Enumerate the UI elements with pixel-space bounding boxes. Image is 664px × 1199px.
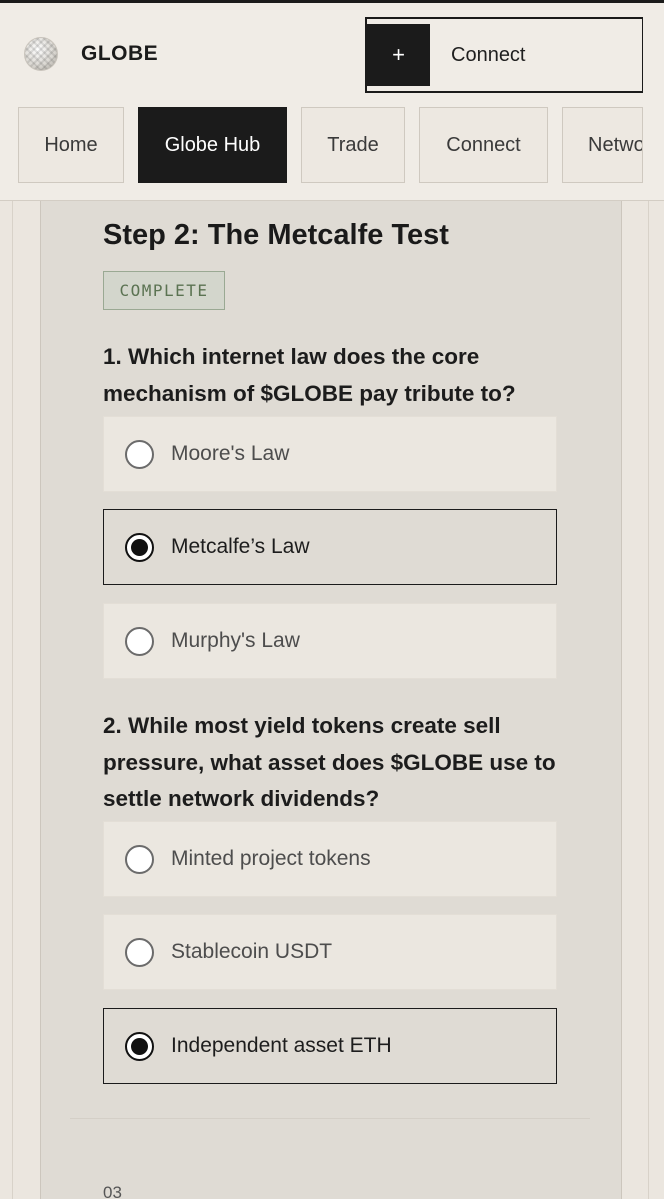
radio-dot-icon (131, 538, 148, 556)
question-1-text: 1. Which internet law does the core mech… (103, 344, 516, 406)
radio-dot-icon (131, 1037, 148, 1055)
q1-option-moores-law[interactable]: Moore's Law (103, 416, 557, 492)
section-divider (70, 1118, 590, 1119)
tab-network[interactable]: Network (562, 107, 643, 183)
option-label: Independent asset ETH (171, 1034, 392, 1057)
radio-selected-icon[interactable] (125, 532, 154, 562)
status-badge: COMPLETE (103, 271, 225, 310)
option-label: Moore's Law (171, 442, 290, 465)
next-step-number: 03 (103, 1183, 122, 1199)
globe-logo-icon[interactable] (24, 37, 58, 71)
q1-option-murphys-law[interactable]: Murphy's Law (103, 603, 557, 679)
app-frame: GLOBE + Connect Home Globe Hub Trade Con… (0, 0, 664, 1199)
q1-option-metcalfes-law[interactable]: Metcalfe’s Law (103, 509, 557, 585)
radio-selected-icon[interactable] (125, 1031, 154, 1061)
right-rule (648, 201, 649, 1199)
q2-option-minted-tokens[interactable]: Minted project tokens (103, 821, 557, 897)
radio-unselected-icon[interactable] (125, 626, 154, 656)
header-top-border (0, 0, 664, 3)
step-title: Step 2: The Metcalfe Test (103, 219, 449, 251)
tab-connect[interactable]: Connect (419, 107, 548, 183)
connect-wallet-button[interactable]: + Connect (365, 17, 643, 93)
option-label: Murphy's Law (171, 629, 300, 652)
question-2-text: 2. While most yield tokens create sell p… (103, 713, 556, 811)
radio-unselected-icon[interactable] (125, 937, 154, 967)
option-label: Stablecoin USDT (171, 940, 333, 963)
plus-icon: + (367, 24, 430, 86)
tab-home[interactable]: Home (18, 107, 124, 183)
header: GLOBE + Connect Home Globe Hub Trade Con… (0, 0, 664, 201)
left-gutter (0, 201, 40, 1199)
q2-option-stablecoin-usdt[interactable]: Stablecoin USDT (103, 914, 557, 990)
q2-option-independent-eth[interactable]: Independent asset ETH (103, 1008, 557, 1084)
option-label: Metcalfe’s Law (171, 535, 310, 558)
option-label: Minted project tokens (171, 847, 371, 870)
radio-unselected-icon[interactable] (125, 844, 154, 874)
radio-unselected-icon[interactable] (125, 439, 154, 469)
tab-trade[interactable]: Trade (301, 107, 405, 183)
tab-globe-hub[interactable]: Globe Hub (138, 107, 287, 183)
brand-name[interactable]: GLOBE (81, 42, 158, 66)
connect-button-label: Connect (451, 43, 526, 66)
left-rule (12, 201, 13, 1199)
